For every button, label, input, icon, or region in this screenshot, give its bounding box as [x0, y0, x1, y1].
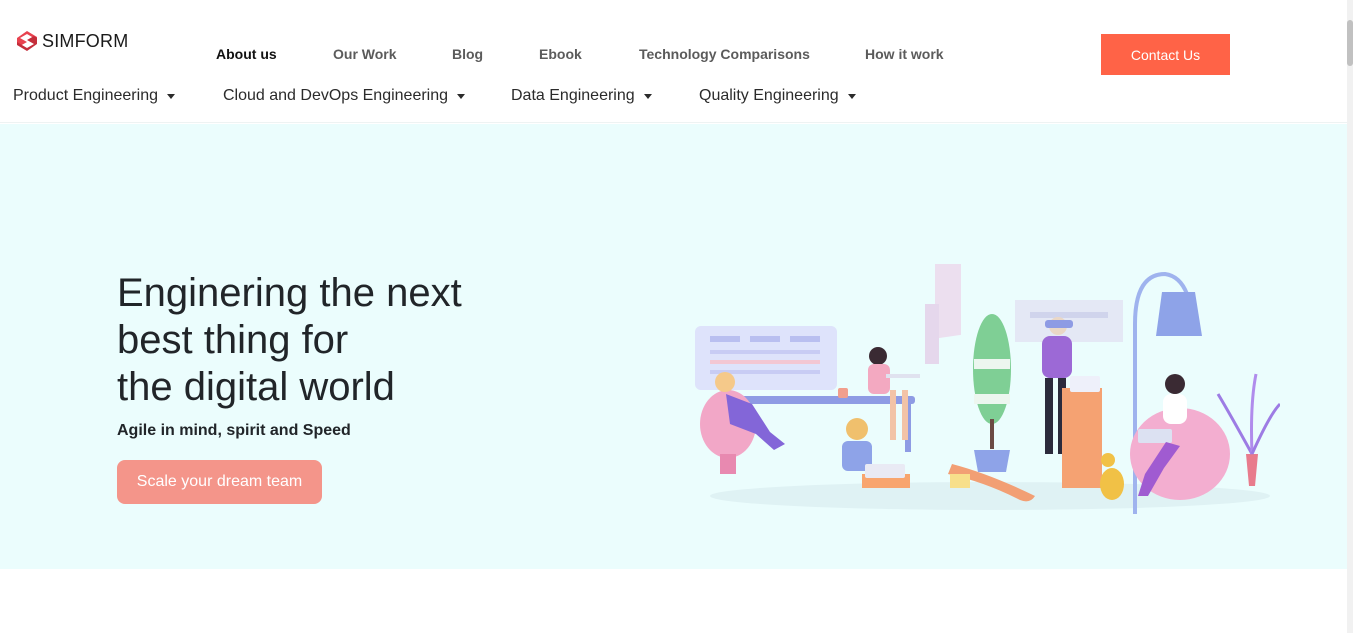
scrollbar-thumb[interactable]: [1347, 20, 1353, 66]
hero-section: Enginering the next best thing for the d…: [0, 124, 1347, 569]
nav-our-work[interactable]: Our Work: [333, 46, 397, 62]
dropdown-label: Data Engineering: [511, 87, 635, 104]
caret-down-icon: [457, 93, 466, 99]
scale-team-button[interactable]: Scale your dream team: [117, 460, 322, 504]
hero-title: Enginering the next best thing for the d…: [117, 270, 537, 411]
hero-title-line: the digital world: [117, 365, 395, 409]
dropdown-product-engineering[interactable]: Product Engineering: [13, 87, 175, 105]
hero-title-line: Enginering the next: [117, 271, 462, 315]
page: SIMFORM About us Our Work Blog Ebook Tec…: [0, 0, 1353, 633]
hero-title-line: best thing for: [117, 318, 349, 362]
caret-down-icon: [847, 93, 856, 99]
dropdown-cloud-devops-engineering[interactable]: Cloud and DevOps Engineering: [223, 87, 466, 105]
nav-blog[interactable]: Blog: [452, 46, 483, 62]
nav-technology-comparisons[interactable]: Technology Comparisons: [639, 46, 810, 62]
dropdown-data-engineering[interactable]: Data Engineering: [511, 87, 652, 105]
caret-down-icon: [166, 93, 175, 99]
contact-us-button[interactable]: Contact Us: [1101, 34, 1230, 75]
nav-ebook[interactable]: Ebook: [539, 46, 582, 62]
caret-down-icon: [643, 93, 652, 99]
dropdown-label: Product Engineering: [13, 87, 158, 104]
simform-logo-icon: [17, 31, 37, 51]
nav-about-us[interactable]: About us: [216, 46, 277, 62]
site-header: SIMFORM About us Our Work Blog Ebook Tec…: [0, 0, 1347, 123]
dropdown-label: Cloud and DevOps Engineering: [223, 87, 449, 104]
brand-logo[interactable]: SIMFORM: [16, 30, 128, 52]
vertical-scrollbar[interactable]: [1347, 0, 1353, 633]
brand-name: SIMFORM: [42, 30, 129, 51]
nav-how-it-work[interactable]: How it work: [865, 46, 944, 62]
dropdown-label: Quality Engineering: [699, 87, 839, 104]
hero-subtitle: Agile in mind, spirit and Speed: [117, 422, 351, 439]
dropdown-quality-engineering[interactable]: Quality Engineering: [699, 87, 856, 105]
office-team-illustration: [695, 264, 1280, 514]
